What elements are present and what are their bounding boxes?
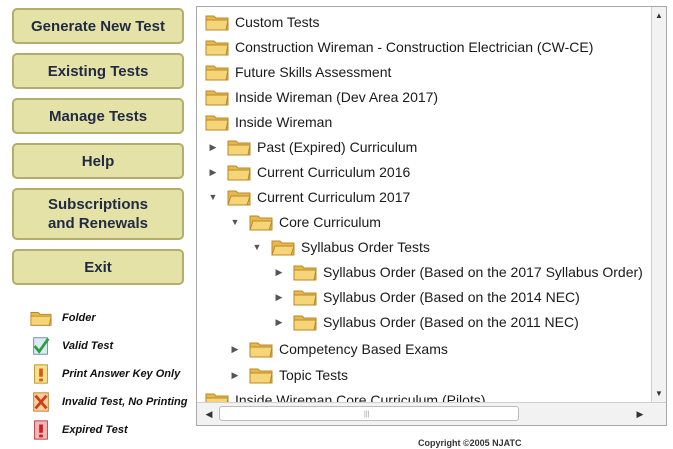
folder-icon bbox=[249, 342, 273, 358]
tree-item-label: Current Curriculum 2016 bbox=[257, 164, 411, 180]
legend-print-key-label: Print Answer Key Only bbox=[62, 368, 181, 380]
generate-new-test-label: Generate New Test bbox=[31, 17, 165, 35]
tree-item-core-pilots[interactable]: Inside Wireman Core Curriculum (Pilots) bbox=[205, 388, 486, 403]
legend-invalid: Invalid Test, No Printing bbox=[30, 390, 200, 414]
scroll-up-arrow-icon[interactable]: ▲ bbox=[652, 9, 666, 23]
collapse-arrow-icon[interactable]: ▼ bbox=[227, 214, 243, 230]
folder-icon bbox=[205, 115, 229, 131]
folder-open-icon bbox=[227, 190, 251, 206]
subscriptions-label: Subscriptions bbox=[47, 196, 148, 213]
legend-valid-label: Valid Test bbox=[62, 340, 114, 352]
scroll-grip-icon: ||| bbox=[364, 411, 370, 418]
collapse-arrow-icon[interactable]: ▼ bbox=[205, 189, 221, 205]
invalid-test-icon bbox=[33, 392, 49, 412]
legend-folder: Folder bbox=[30, 306, 200, 330]
exit-button[interactable]: Exit bbox=[12, 249, 184, 285]
folder-icon bbox=[205, 15, 229, 31]
renewals-label: and Renewals bbox=[47, 215, 149, 232]
folder-open-icon bbox=[249, 215, 273, 231]
copyright-text: Copyright ©2005 NJATC bbox=[418, 438, 522, 448]
expand-arrow-icon[interactable]: ▶ bbox=[271, 314, 287, 330]
tree-item-syllabus-2014-nec[interactable]: ▶ Syllabus Order (Based on the 2014 NEC) bbox=[271, 285, 580, 309]
folder-icon bbox=[293, 265, 317, 281]
tree-item-label: Topic Tests bbox=[279, 367, 348, 383]
legend-valid: Valid Test bbox=[30, 334, 200, 358]
manage-tests-label: Manage Tests bbox=[48, 107, 148, 125]
expand-arrow-icon[interactable]: ▶ bbox=[205, 164, 221, 180]
tree-item-label: Core Curriculum bbox=[279, 214, 381, 230]
tree-item-label: Syllabus Order Tests bbox=[301, 239, 430, 255]
folder-icon bbox=[30, 312, 52, 326]
tree-item-syllabus-2017[interactable]: ▶ Syllabus Order (Based on the 2017 Syll… bbox=[271, 260, 643, 284]
scroll-down-arrow-icon[interactable]: ▼ bbox=[652, 387, 666, 401]
expired-test-icon bbox=[34, 420, 48, 440]
vertical-scrollbar[interactable]: ▲ ▼ bbox=[651, 7, 666, 403]
folder-icon bbox=[293, 290, 317, 306]
tree-item-inside-wireman[interactable]: Inside Wireman bbox=[205, 110, 332, 134]
tree-item-label: Past (Expired) Curriculum bbox=[257, 139, 418, 155]
legend-expired-label: Expired Test bbox=[62, 424, 128, 436]
folder-open-icon bbox=[271, 240, 295, 256]
manage-tests-button[interactable]: Manage Tests bbox=[12, 98, 184, 134]
valid-test-icon bbox=[33, 337, 50, 355]
tree-item-past-curriculum[interactable]: ▶ Past (Expired) Curriculum bbox=[205, 135, 417, 159]
tree-item-syllabus-2011-nec[interactable]: ▶ Syllabus Order (Based on the 2011 NEC) bbox=[271, 310, 579, 334]
legend-expired: Expired Test bbox=[30, 418, 200, 442]
generate-new-test-button[interactable]: Generate New Test bbox=[12, 8, 184, 44]
tree-item-label: Inside Wireman (Dev Area 2017) bbox=[235, 89, 439, 105]
tree-item-current-2016[interactable]: ▶ Current Curriculum 2016 bbox=[205, 160, 410, 184]
tree-item-label: Construction Wireman - Construction Elec… bbox=[235, 39, 594, 55]
tree-item-inside-wireman-dev[interactable]: Inside Wireman (Dev Area 2017) bbox=[205, 85, 438, 109]
horizontal-scrollbar[interactable]: ◀ ||| ▶ bbox=[197, 402, 666, 425]
scroll-left-arrow-icon[interactable]: ◀ bbox=[201, 406, 217, 422]
legend-folder-label: Folder bbox=[62, 312, 96, 324]
folder-icon bbox=[205, 40, 229, 56]
tree-item-syllabus-order-tests[interactable]: ▼ Syllabus Order Tests bbox=[249, 235, 430, 259]
expand-arrow-icon[interactable]: ▶ bbox=[227, 341, 243, 357]
tree-item-current-2017[interactable]: ▼ Current Curriculum 2017 bbox=[205, 185, 410, 209]
test-tree: Custom Tests Construction Wireman - Cons… bbox=[197, 7, 652, 403]
tree-item-label: Syllabus Order (Based on the 2011 NEC) bbox=[323, 314, 579, 330]
expand-arrow-icon[interactable]: ▶ bbox=[205, 139, 221, 155]
help-label: Help bbox=[81, 152, 115, 170]
expand-arrow-icon[interactable]: ▶ bbox=[227, 367, 243, 383]
tree-item-label: Inside Wireman bbox=[235, 114, 333, 130]
folder-icon bbox=[227, 165, 251, 181]
expand-arrow-icon[interactable]: ▶ bbox=[271, 264, 287, 280]
tree-item-label: Custom Tests bbox=[235, 14, 320, 30]
legend-invalid-label: Invalid Test, No Printing bbox=[62, 396, 188, 408]
folder-icon bbox=[227, 140, 251, 156]
tree-item-label: Competency Based Exams bbox=[279, 341, 448, 357]
tree-item-cw-ce[interactable]: Construction Wireman - Construction Elec… bbox=[205, 35, 593, 59]
legend-print-key: Print Answer Key Only bbox=[30, 362, 200, 386]
tree-item-custom-tests[interactable]: Custom Tests bbox=[205, 10, 320, 34]
horizontal-scroll-thumb[interactable]: ||| bbox=[219, 406, 519, 421]
tree-item-topic-tests[interactable]: ▶ Topic Tests bbox=[227, 363, 348, 387]
existing-tests-button[interactable]: Existing Tests bbox=[12, 53, 184, 89]
print-key-icon bbox=[34, 364, 48, 384]
folder-icon bbox=[293, 315, 317, 331]
folder-icon bbox=[205, 90, 229, 106]
tree-item-future-skills[interactable]: Future Skills Assessment bbox=[205, 60, 391, 84]
tree-item-competency-exams[interactable]: ▶ Competency Based Exams bbox=[227, 337, 448, 361]
folder-icon bbox=[249, 368, 273, 384]
tree-item-label: Future Skills Assessment bbox=[235, 64, 392, 80]
subscriptions-renewals-button[interactable]: Subscriptions and Renewals bbox=[12, 188, 184, 240]
tree-item-label: Syllabus Order (Based on the 2014 NEC) bbox=[323, 289, 580, 305]
tree-item-label: Syllabus Order (Based on the 2017 Syllab… bbox=[323, 264, 643, 280]
scroll-right-arrow-icon[interactable]: ▶ bbox=[632, 406, 648, 422]
tree-item-label: Current Curriculum 2017 bbox=[257, 189, 411, 205]
existing-tests-label: Existing Tests bbox=[47, 62, 149, 80]
folder-icon bbox=[205, 65, 229, 81]
collapse-arrow-icon[interactable]: ▼ bbox=[249, 239, 265, 255]
exit-label: Exit bbox=[84, 258, 112, 276]
tree-item-core-curriculum[interactable]: ▼ Core Curriculum bbox=[227, 210, 381, 234]
test-tree-panel: Custom Tests Construction Wireman - Cons… bbox=[196, 6, 667, 426]
expand-arrow-icon[interactable]: ▶ bbox=[271, 289, 287, 305]
help-button[interactable]: Help bbox=[12, 143, 184, 179]
